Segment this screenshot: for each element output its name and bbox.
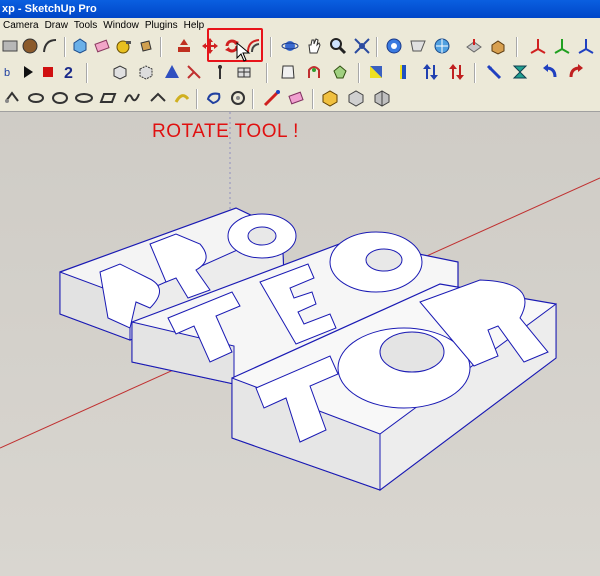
sandbox-icon[interactable]	[488, 36, 508, 56]
menu-camera[interactable]: Camera	[0, 18, 42, 34]
orbit-icon[interactable]	[280, 36, 300, 56]
menu-tools[interactable]: Tools	[71, 18, 100, 34]
rectangle-icon[interactable]	[0, 36, 20, 56]
paint-bucket-icon[interactable]	[136, 36, 156, 56]
front-view-icon[interactable]	[162, 62, 182, 82]
annotation-label: ROTATE TOOL !	[152, 121, 299, 142]
eraser-icon[interactable]	[92, 36, 112, 56]
flip-down-icon[interactable]	[446, 62, 466, 82]
back-view-icon[interactable]	[210, 62, 230, 82]
section-plane-icon[interactable]	[278, 62, 298, 82]
stop-icon[interactable]	[38, 62, 58, 82]
right-view-icon[interactable]	[184, 62, 204, 82]
window-title: xp - SketchUp Pro	[2, 3, 97, 15]
protractor-icon[interactable]	[204, 88, 224, 108]
iso-view-icon[interactable]	[110, 62, 130, 82]
pencil-icon[interactable]	[262, 88, 282, 108]
polygon-icon[interactable]	[98, 88, 118, 108]
record-icon[interactable]: b	[0, 62, 20, 82]
model-scene	[0, 112, 600, 491]
menu-bar: Camera Draw Tools Window Plugins Help	[0, 18, 600, 34]
push-pull-icon[interactable]	[174, 36, 194, 56]
zoom-icon[interactable]	[328, 36, 348, 56]
dimension-icon[interactable]	[148, 88, 168, 108]
toolbars: b 2	[0, 34, 600, 112]
axes-v-icon[interactable]	[552, 36, 572, 56]
add-location-icon[interactable]	[432, 36, 452, 56]
component-a-icon[interactable]	[320, 88, 340, 108]
lasso-icon[interactable]	[26, 88, 46, 108]
loop-icon[interactable]	[50, 88, 70, 108]
menu-draw[interactable]: Draw	[42, 18, 71, 34]
top-view-icon[interactable]	[136, 62, 156, 82]
toolbar-row-1	[0, 34, 600, 60]
text-icon[interactable]	[172, 88, 192, 108]
axes-a-icon[interactable]	[528, 36, 548, 56]
left-view-icon[interactable]	[234, 62, 254, 82]
follow-me-icon[interactable]	[510, 62, 530, 82]
svg-text:b: b	[4, 67, 10, 79]
component-c-icon[interactable]	[372, 88, 392, 108]
menu-plugins[interactable]: Plugins	[142, 18, 181, 34]
arc-icon[interactable]	[40, 36, 60, 56]
scale-icon[interactable]	[484, 62, 504, 82]
toolbar-row-2: b 2	[0, 60, 600, 86]
toolbar-row-3	[0, 86, 600, 112]
3d-text-icon[interactable]	[228, 88, 248, 108]
redo-icon[interactable]	[566, 62, 586, 82]
rotate-tool-highlight	[207, 28, 263, 62]
intersect-icon[interactable]	[394, 62, 414, 82]
freehand-icon[interactable]	[122, 88, 142, 108]
zoom-extents-icon[interactable]	[352, 36, 372, 56]
flip-up-icon[interactable]	[420, 62, 440, 82]
window-titlebar: xp - SketchUp Pro	[0, 0, 600, 18]
select-icon[interactable]	[2, 88, 22, 108]
help-icon[interactable]: 2	[60, 62, 80, 82]
svg-text:2: 2	[64, 65, 73, 81]
component-b-icon[interactable]	[346, 88, 366, 108]
paint-icon[interactable]	[286, 88, 306, 108]
mouse-cursor-icon	[236, 42, 251, 62]
make-component-icon[interactable]	[70, 36, 90, 56]
previous-view-icon[interactable]	[384, 36, 404, 56]
undo-icon[interactable]	[540, 62, 560, 82]
menu-help[interactable]: Help	[181, 18, 208, 34]
circle-icon[interactable]	[20, 36, 40, 56]
play-icon[interactable]	[18, 62, 38, 82]
xray-icon[interactable]	[304, 62, 324, 82]
tape-measure-icon[interactable]	[114, 36, 134, 56]
menu-window[interactable]: Window	[100, 18, 142, 34]
next-view-icon[interactable]	[408, 36, 428, 56]
wireframe-icon[interactable]	[330, 62, 350, 82]
axes-n-icon[interactable]	[576, 36, 596, 56]
shaded-icon[interactable]	[366, 62, 386, 82]
terrain-icon[interactable]	[464, 36, 484, 56]
pan-icon[interactable]	[304, 36, 324, 56]
ellipse-icon[interactable]	[74, 88, 94, 108]
